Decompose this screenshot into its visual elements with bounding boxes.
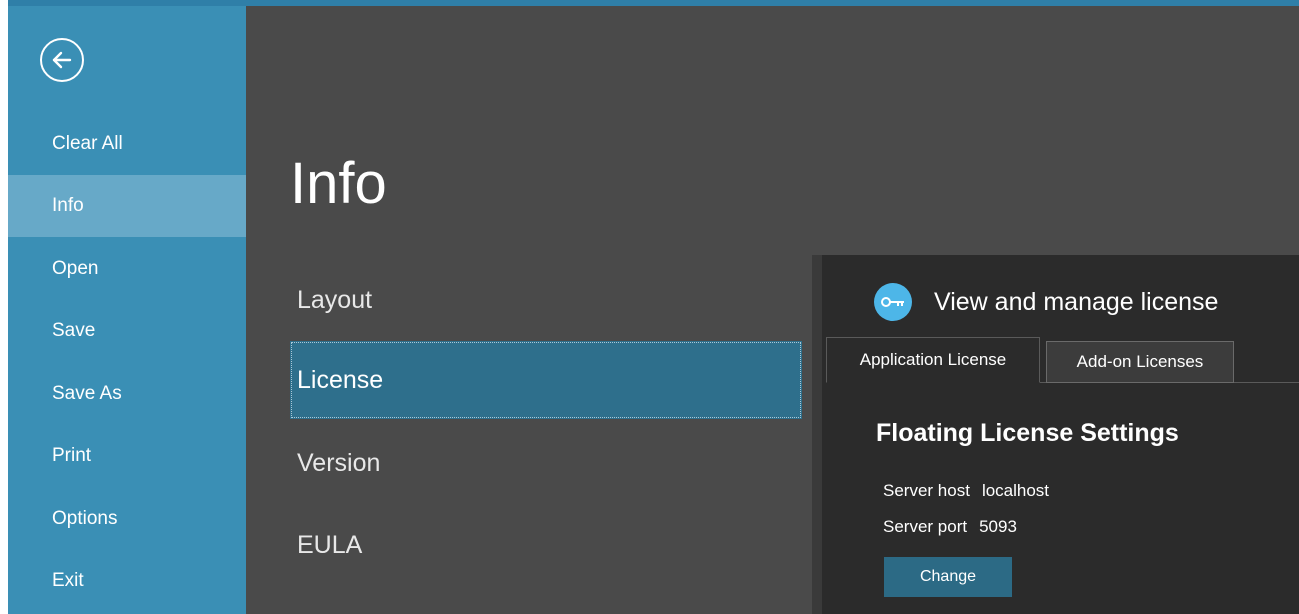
panel-header: View and manage license [874, 283, 1218, 321]
license-panel: View and manage license Application Lice… [812, 255, 1299, 614]
page-title: Info [290, 151, 387, 216]
back-arrow-icon [52, 51, 72, 69]
server-host-label: Server host [883, 481, 970, 500]
tab-application-license[interactable]: Application License [826, 337, 1040, 383]
nav-item-label: Save As [52, 383, 122, 404]
tab-label: Application License [859, 350, 1007, 369]
server-port-label: Server port [883, 517, 968, 536]
nav-item-open[interactable]: Open [8, 238, 246, 300]
nav-item-label: Print [52, 445, 92, 466]
nav-item-label: Save [52, 320, 96, 341]
tab-label: Add-on Licenses [1076, 352, 1204, 371]
nav-item-save-as[interactable]: Save As [8, 363, 246, 425]
license-tabs: Application License Add-on Licenses [826, 337, 1299, 383]
nav-item-exit[interactable]: Exit [8, 550, 246, 612]
section-item-version[interactable]: Version [290, 424, 802, 502]
nav-item-label: Open [52, 258, 99, 279]
nav-item-save[interactable]: Save [8, 300, 246, 362]
section-item-label: EULA [297, 530, 363, 559]
section-item-layout[interactable]: Layout [290, 261, 802, 339]
nav-item-label: Clear All [52, 133, 123, 154]
nav-item-label: Options [52, 508, 118, 529]
nav-item-label: Exit [52, 570, 84, 591]
change-button-label: Change [919, 568, 977, 585]
section-item-label: Layout [297, 285, 373, 314]
backstage-nav: Clear All Info Open Save Save As Print O… [8, 6, 246, 614]
section-item-license[interactable]: License [290, 341, 802, 419]
server-host-row: Server host localhost [883, 481, 1049, 501]
back-button[interactable] [40, 38, 84, 82]
section-title: Floating License Settings [876, 419, 1179, 447]
backstage-view: Clear All Info Open Save Save As Print O… [0, 0, 1299, 614]
nav-item-clear-all[interactable]: Clear All [8, 113, 246, 175]
panel-title: View and manage license [934, 287, 1219, 316]
server-port-row: Server port 5093 [883, 517, 1017, 537]
nav-item-label: Info [52, 195, 84, 216]
tab-add-on-licenses[interactable]: Add-on Licenses [1046, 341, 1234, 383]
change-button[interactable]: Change [884, 557, 1012, 597]
nav-item-options[interactable]: Options [8, 488, 246, 550]
nav-item-print[interactable]: Print [8, 425, 246, 487]
window-edge [0, 0, 8, 614]
section-item-label: Version [297, 448, 381, 477]
server-port-value: 5093 [979, 517, 1017, 536]
nav-item-info[interactable]: Info [8, 175, 246, 237]
section-item-label: License [297, 365, 384, 394]
key-icon [874, 283, 912, 321]
server-host-value: localhost [981, 481, 1050, 500]
section-item-eula[interactable]: EULA [290, 506, 802, 584]
